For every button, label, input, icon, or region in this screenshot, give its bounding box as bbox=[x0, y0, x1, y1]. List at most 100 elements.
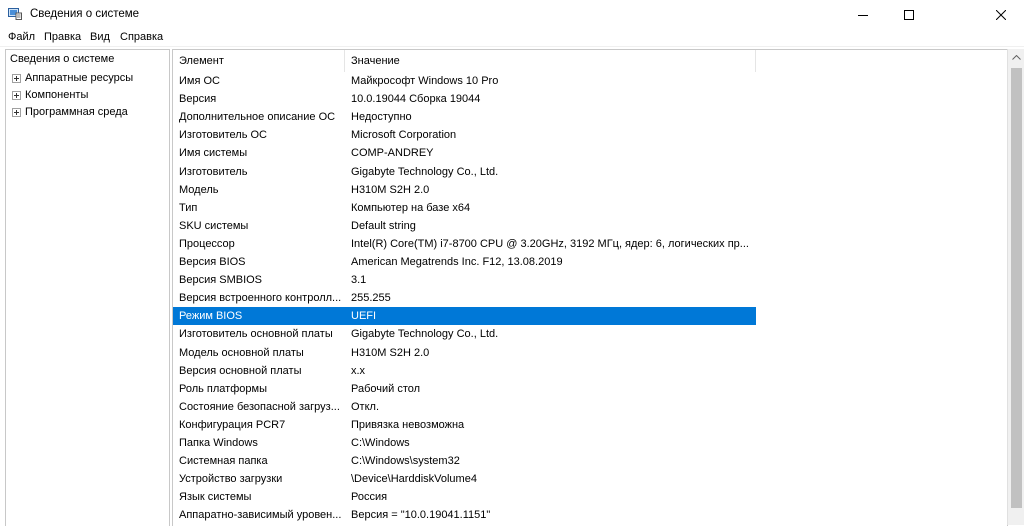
row-item-value: UEFI bbox=[351, 310, 377, 323]
table-row[interactable]: SKU системы Default string bbox=[173, 217, 756, 235]
menu-view[interactable]: Вид bbox=[90, 31, 110, 43]
row-item-name: Модель основной платы bbox=[179, 346, 304, 359]
details-list: Элемент Значение Имя ОС Майкрософт Window… bbox=[172, 49, 1008, 526]
row-item-name: Изготовитель bbox=[179, 165, 248, 178]
table-row[interactable]: Версия BIOS American Megatrends Inc. F12,… bbox=[173, 253, 756, 271]
close-button[interactable] bbox=[978, 0, 1024, 30]
menu-help[interactable]: Справка bbox=[120, 31, 163, 43]
scroll-up-button[interactable] bbox=[1008, 49, 1024, 66]
table-row[interactable]: Устройство загрузки \Device\HarddiskVolum… bbox=[173, 470, 756, 488]
row-item-value: Откл. bbox=[351, 400, 380, 413]
row-item-value: Версия = "10.0.19041.1151" bbox=[351, 509, 491, 522]
table-row[interactable]: Аппаратно-зависимый уровен... Версия = "1… bbox=[173, 506, 756, 524]
menu-file[interactable]: Файл bbox=[8, 31, 35, 43]
expand-icon[interactable] bbox=[12, 73, 21, 83]
row-item-value: Рабочий стол bbox=[351, 382, 421, 395]
row-item-name: Процессор bbox=[179, 237, 235, 250]
table-row[interactable]: Изготовитель ОС Microsoft Corporation bbox=[173, 126, 756, 144]
row-item-value: Gigabyte Technology Co., Ltd. bbox=[351, 165, 499, 178]
column-header-item[interactable]: Элемент bbox=[173, 50, 345, 72]
list-header: Элемент Значение bbox=[173, 50, 1007, 72]
row-item-value: Gigabyte Technology Co., Ltd. bbox=[351, 328, 499, 341]
tree-item-hardware-resources[interactable]: Аппаратные ресурсы bbox=[12, 70, 133, 86]
row-item-value: American Megatrends Inc. F12, 13.08.2019 bbox=[351, 256, 563, 268]
row-item-value: x.x bbox=[351, 364, 366, 377]
table-row[interactable]: Роль платформы Рабочий стол bbox=[173, 380, 756, 398]
maximize-button[interactable] bbox=[886, 0, 932, 30]
row-item-name: Конфигурация PCR7 bbox=[179, 418, 286, 431]
row-item-value: Компьютер на базе x64 bbox=[351, 201, 471, 214]
maximize-icon bbox=[904, 10, 914, 20]
category-tree: Сведения о системе Аппаратные ресурсы Ко… bbox=[5, 49, 170, 526]
row-item-value: C:\Windows\system32 bbox=[351, 455, 460, 468]
table-row[interactable]: Конфигурация PCR7 Привязка невозможна bbox=[173, 416, 756, 434]
row-item-name: Изготовитель основной платы bbox=[179, 328, 333, 341]
tree-root-system-summary[interactable]: Сведения о системе bbox=[10, 53, 114, 65]
row-item-value: Привязка невозможна bbox=[351, 418, 465, 431]
tree-item-label: Аппаратные ресурсы bbox=[25, 72, 134, 84]
table-row[interactable]: Версия SMBIOS 3.1 bbox=[173, 271, 756, 289]
menu-bar: Файл Правка Вид Справка bbox=[0, 30, 1024, 46]
table-row[interactable]: Дополнительное описание ОС Недоступно bbox=[173, 108, 756, 126]
table-row[interactable]: Изготовитель Gigabyte Technology Co., Ltd… bbox=[173, 163, 756, 181]
window-title: Сведения о системе bbox=[30, 8, 140, 20]
table-row[interactable]: Модель основной платы H310M S2H 2.0 bbox=[173, 344, 756, 362]
table-row[interactable]: Версия встроенного контролл... 255.255 bbox=[173, 289, 756, 307]
row-item-value: Майкрософт Windows 10 Pro bbox=[351, 75, 499, 87]
table-row[interactable]: Версия 10.0.19044 Сборка 19044 bbox=[173, 90, 756, 108]
system-info-icon bbox=[8, 8, 22, 20]
row-item-name: Язык системы bbox=[179, 491, 252, 504]
expand-icon[interactable] bbox=[12, 90, 21, 100]
table-row[interactable]: Имя ОС Майкрософт Windows 10 Pro bbox=[173, 72, 756, 90]
minimize-button[interactable] bbox=[840, 0, 886, 30]
row-item-value: 255.255 bbox=[351, 292, 391, 305]
menu-divider bbox=[0, 46, 1024, 47]
close-icon bbox=[996, 10, 1006, 20]
table-row[interactable]: Процессор Intel(R) Core(TM) i7-8700 CPU @… bbox=[173, 235, 756, 253]
table-row[interactable]: Версия основной платы x.x bbox=[173, 362, 756, 380]
table-row[interactable]: Папка Windows C:\Windows bbox=[173, 434, 756, 452]
table-row[interactable]: Системная папка C:\Windows\system32 bbox=[173, 452, 756, 470]
row-item-name: Устройство загрузки bbox=[179, 473, 283, 486]
chevron-up-icon bbox=[1012, 55, 1021, 60]
table-row[interactable]: Тип Компьютер на базе x64 bbox=[173, 199, 756, 217]
tree-item-label: Компоненты bbox=[25, 89, 89, 101]
row-item-value: H310M S2H 2.0 bbox=[351, 183, 430, 196]
row-item-value: H310M S2H 2.0 bbox=[351, 346, 430, 359]
column-header-value[interactable]: Значение bbox=[345, 50, 756, 72]
row-item-name: Системная папка bbox=[179, 455, 268, 468]
row-item-name: Аппаратно-зависимый уровен... bbox=[179, 509, 342, 522]
row-item-name: Дополнительное описание ОС bbox=[179, 111, 336, 124]
row-item-name: Версия основной платы bbox=[179, 364, 302, 377]
menu-edit[interactable]: Правка bbox=[44, 31, 81, 43]
table-row[interactable]: Режим BIOS UEFI bbox=[173, 307, 756, 326]
row-item-name: SKU системы bbox=[179, 219, 249, 232]
table-row[interactable]: Язык системы Россия bbox=[173, 488, 756, 506]
row-item-name: Папка Windows bbox=[179, 437, 258, 449]
row-item-name: Имя ОС bbox=[179, 75, 220, 87]
row-item-name: Версия SMBIOS bbox=[179, 274, 263, 287]
row-item-value: Россия bbox=[351, 491, 388, 504]
row-item-value: Недоступно bbox=[351, 111, 412, 124]
scroll-thumb[interactable] bbox=[1011, 68, 1022, 508]
row-item-value: COMP-ANDREY bbox=[351, 147, 434, 160]
table-row[interactable]: Состояние безопасной загруз... Откл. bbox=[173, 398, 756, 416]
table-row[interactable]: Имя системы COMP-ANDREY bbox=[173, 144, 756, 162]
title-bar: Сведения о системе bbox=[0, 0, 1024, 30]
minimize-icon bbox=[858, 15, 868, 16]
tree-item-components[interactable]: Компоненты bbox=[12, 87, 88, 103]
row-item-name: Режим BIOS bbox=[179, 310, 243, 323]
row-item-value: Intel(R) Core(TM) i7-8700 CPU @ 3.20GHz,… bbox=[351, 237, 749, 250]
row-item-name: Тип bbox=[179, 201, 198, 214]
row-item-value: C:\Windows bbox=[351, 437, 410, 449]
tree-item-software-environment[interactable]: Программная среда bbox=[12, 104, 128, 120]
expand-icon[interactable] bbox=[12, 107, 21, 117]
table-row[interactable]: Изготовитель основной платы Gigabyte Tech… bbox=[173, 325, 756, 343]
row-item-name: Имя системы bbox=[179, 147, 248, 160]
vertical-scrollbar[interactable] bbox=[1007, 49, 1024, 525]
row-item-name: Версия bbox=[179, 93, 217, 106]
row-item-value: Default string bbox=[351, 219, 416, 232]
row-item-name: Версия встроенного контролл... bbox=[179, 292, 342, 305]
table-row[interactable]: Модель H310M S2H 2.0 bbox=[173, 181, 756, 199]
row-item-name: Версия BIOS bbox=[179, 256, 246, 268]
